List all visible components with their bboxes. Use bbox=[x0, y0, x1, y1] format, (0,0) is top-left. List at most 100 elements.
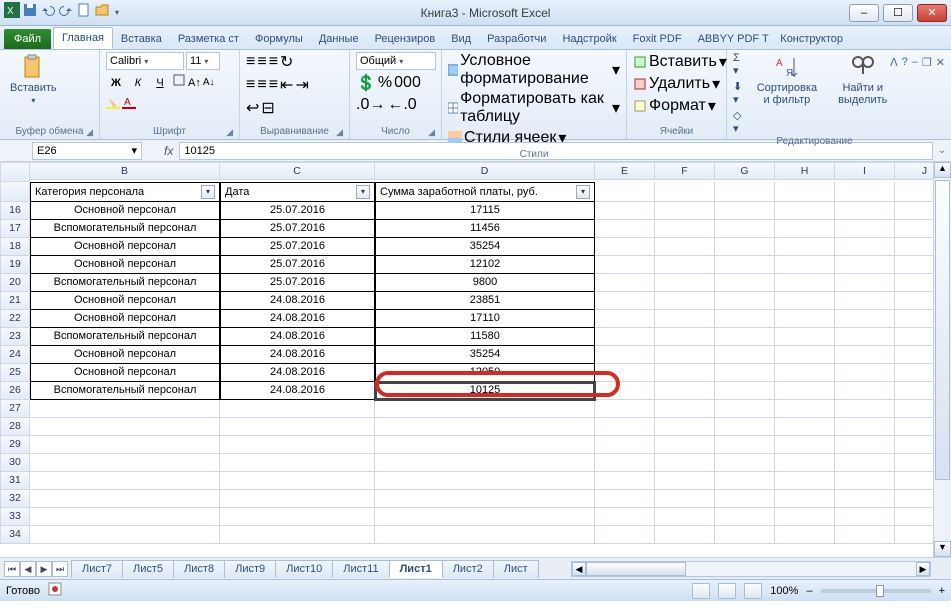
row-header[interactable]: 21 bbox=[0, 292, 30, 310]
cell[interactable] bbox=[595, 238, 655, 256]
column-header[interactable]: I bbox=[835, 162, 895, 180]
cells-area[interactable]: Категория персонала▾Дата▾Сумма заработно… bbox=[30, 182, 951, 544]
cell[interactable] bbox=[775, 292, 835, 310]
sheet-tab[interactable]: Лист5 bbox=[122, 560, 174, 578]
cell[interactable] bbox=[835, 346, 895, 364]
table-header[interactable]: Дата▾ bbox=[220, 182, 375, 202]
table-cell[interactable]: Основной персонал bbox=[30, 238, 220, 256]
table-cell[interactable]: Основной персонал bbox=[30, 310, 220, 328]
row-header[interactable]: 27 bbox=[0, 400, 30, 418]
table-header[interactable]: Сумма заработной платы, руб.▾ bbox=[375, 182, 595, 202]
cell[interactable] bbox=[655, 418, 715, 436]
bold-button[interactable]: Ж bbox=[106, 74, 126, 92]
sheet-nav-last-icon[interactable]: ⏭ bbox=[52, 561, 68, 577]
vscroll-thumb[interactable] bbox=[935, 180, 950, 480]
cell[interactable] bbox=[30, 472, 220, 490]
cell[interactable] bbox=[775, 436, 835, 454]
border-icon[interactable] bbox=[172, 73, 186, 92]
help-icon[interactable]: ? bbox=[902, 56, 908, 69]
cell[interactable] bbox=[595, 346, 655, 364]
indent-inc-icon[interactable]: ⇥ bbox=[295, 75, 308, 95]
cell[interactable] bbox=[835, 292, 895, 310]
cell[interactable] bbox=[715, 256, 775, 274]
cell[interactable] bbox=[30, 454, 220, 472]
cell[interactable] bbox=[835, 364, 895, 382]
cell[interactable] bbox=[30, 508, 220, 526]
cell[interactable] bbox=[775, 508, 835, 526]
sheet-nav-first-icon[interactable]: ⏮ bbox=[4, 561, 20, 577]
column-header[interactable]: G bbox=[715, 162, 775, 180]
merge-icon[interactable]: ⊟ bbox=[261, 98, 274, 118]
horizontal-scrollbar[interactable]: ◀ ▶ bbox=[571, 561, 931, 577]
table-cell[interactable]: 9800 bbox=[375, 274, 595, 292]
cell[interactable] bbox=[835, 310, 895, 328]
cell[interactable] bbox=[220, 454, 375, 472]
table-cell[interactable]: 24.08.2016 bbox=[220, 328, 375, 346]
table-cell[interactable]: 11456 bbox=[375, 220, 595, 238]
cell[interactable] bbox=[835, 418, 895, 436]
row-header[interactable]: 31 bbox=[0, 472, 30, 490]
cell[interactable] bbox=[655, 310, 715, 328]
row-header[interactable]: 34 bbox=[0, 526, 30, 544]
cell[interactable] bbox=[655, 436, 715, 454]
tab-insert[interactable]: Вставка bbox=[113, 29, 170, 49]
column-header[interactable]: D bbox=[375, 162, 595, 180]
row-header[interactable]: 33 bbox=[0, 508, 30, 526]
dec-decimal-icon[interactable]: ←.0 bbox=[387, 96, 416, 114]
cell[interactable] bbox=[715, 274, 775, 292]
cell[interactable] bbox=[835, 508, 895, 526]
cell[interactable] bbox=[715, 526, 775, 544]
row-header[interactable]: 26 bbox=[0, 382, 30, 400]
cell[interactable] bbox=[835, 526, 895, 544]
cell[interactable] bbox=[775, 364, 835, 382]
cell[interactable] bbox=[30, 400, 220, 418]
cell[interactable] bbox=[835, 436, 895, 454]
cell[interactable] bbox=[715, 182, 775, 202]
cell[interactable] bbox=[595, 328, 655, 346]
cell[interactable] bbox=[715, 382, 775, 400]
table-cell[interactable]: 24.08.2016 bbox=[220, 364, 375, 382]
hscroll-left-icon[interactable]: ◀ bbox=[572, 562, 586, 576]
cell[interactable] bbox=[775, 526, 835, 544]
tab-abbyy[interactable]: ABBYY PDF T bbox=[690, 29, 777, 49]
table-cell[interactable]: Основной персонал bbox=[30, 256, 220, 274]
cell[interactable] bbox=[595, 364, 655, 382]
cell[interactable] bbox=[775, 454, 835, 472]
cell[interactable] bbox=[655, 328, 715, 346]
cell[interactable] bbox=[775, 328, 835, 346]
undo-icon[interactable] bbox=[40, 2, 56, 23]
zoom-thumb[interactable] bbox=[876, 585, 884, 597]
font-size-combo[interactable]: 11▾ bbox=[186, 52, 220, 70]
cell[interactable] bbox=[655, 454, 715, 472]
macro-record-icon[interactable] bbox=[48, 582, 62, 599]
row-header[interactable]: 28 bbox=[0, 418, 30, 436]
row-header[interactable]: 22 bbox=[0, 310, 30, 328]
table-cell[interactable]: Основной персонал bbox=[30, 292, 220, 310]
cell[interactable] bbox=[715, 490, 775, 508]
paste-button[interactable]: Вставить ▾ bbox=[6, 52, 61, 107]
clear-icon[interactable]: ◇ ▾ bbox=[733, 109, 744, 135]
view-pagebreak-icon[interactable] bbox=[744, 583, 762, 599]
sheet-tab[interactable]: Лист bbox=[493, 560, 539, 578]
cell[interactable] bbox=[595, 310, 655, 328]
cell[interactable] bbox=[835, 220, 895, 238]
cell[interactable] bbox=[775, 238, 835, 256]
row-header[interactable]: 19 bbox=[0, 256, 30, 274]
cell[interactable] bbox=[835, 328, 895, 346]
column-header[interactable]: F bbox=[655, 162, 715, 180]
cell[interactable] bbox=[715, 436, 775, 454]
cell[interactable] bbox=[655, 364, 715, 382]
cell[interactable] bbox=[775, 202, 835, 220]
align-left-icon[interactable]: ≡ bbox=[246, 76, 255, 94]
cell[interactable] bbox=[595, 292, 655, 310]
table-cell[interactable]: Основной персонал bbox=[30, 364, 220, 382]
table-cell[interactable]: 25.07.2016 bbox=[220, 220, 375, 238]
delete-cells-button[interactable]: Удалить▾ bbox=[633, 74, 720, 94]
cell[interactable] bbox=[595, 472, 655, 490]
cell[interactable] bbox=[375, 436, 595, 454]
cell[interactable] bbox=[715, 346, 775, 364]
view-normal-icon[interactable] bbox=[692, 583, 710, 599]
table-cell[interactable]: 17115 bbox=[375, 202, 595, 220]
zoom-out-button[interactable]: – bbox=[806, 585, 812, 597]
tab-review[interactable]: Рецензиров bbox=[367, 29, 444, 49]
